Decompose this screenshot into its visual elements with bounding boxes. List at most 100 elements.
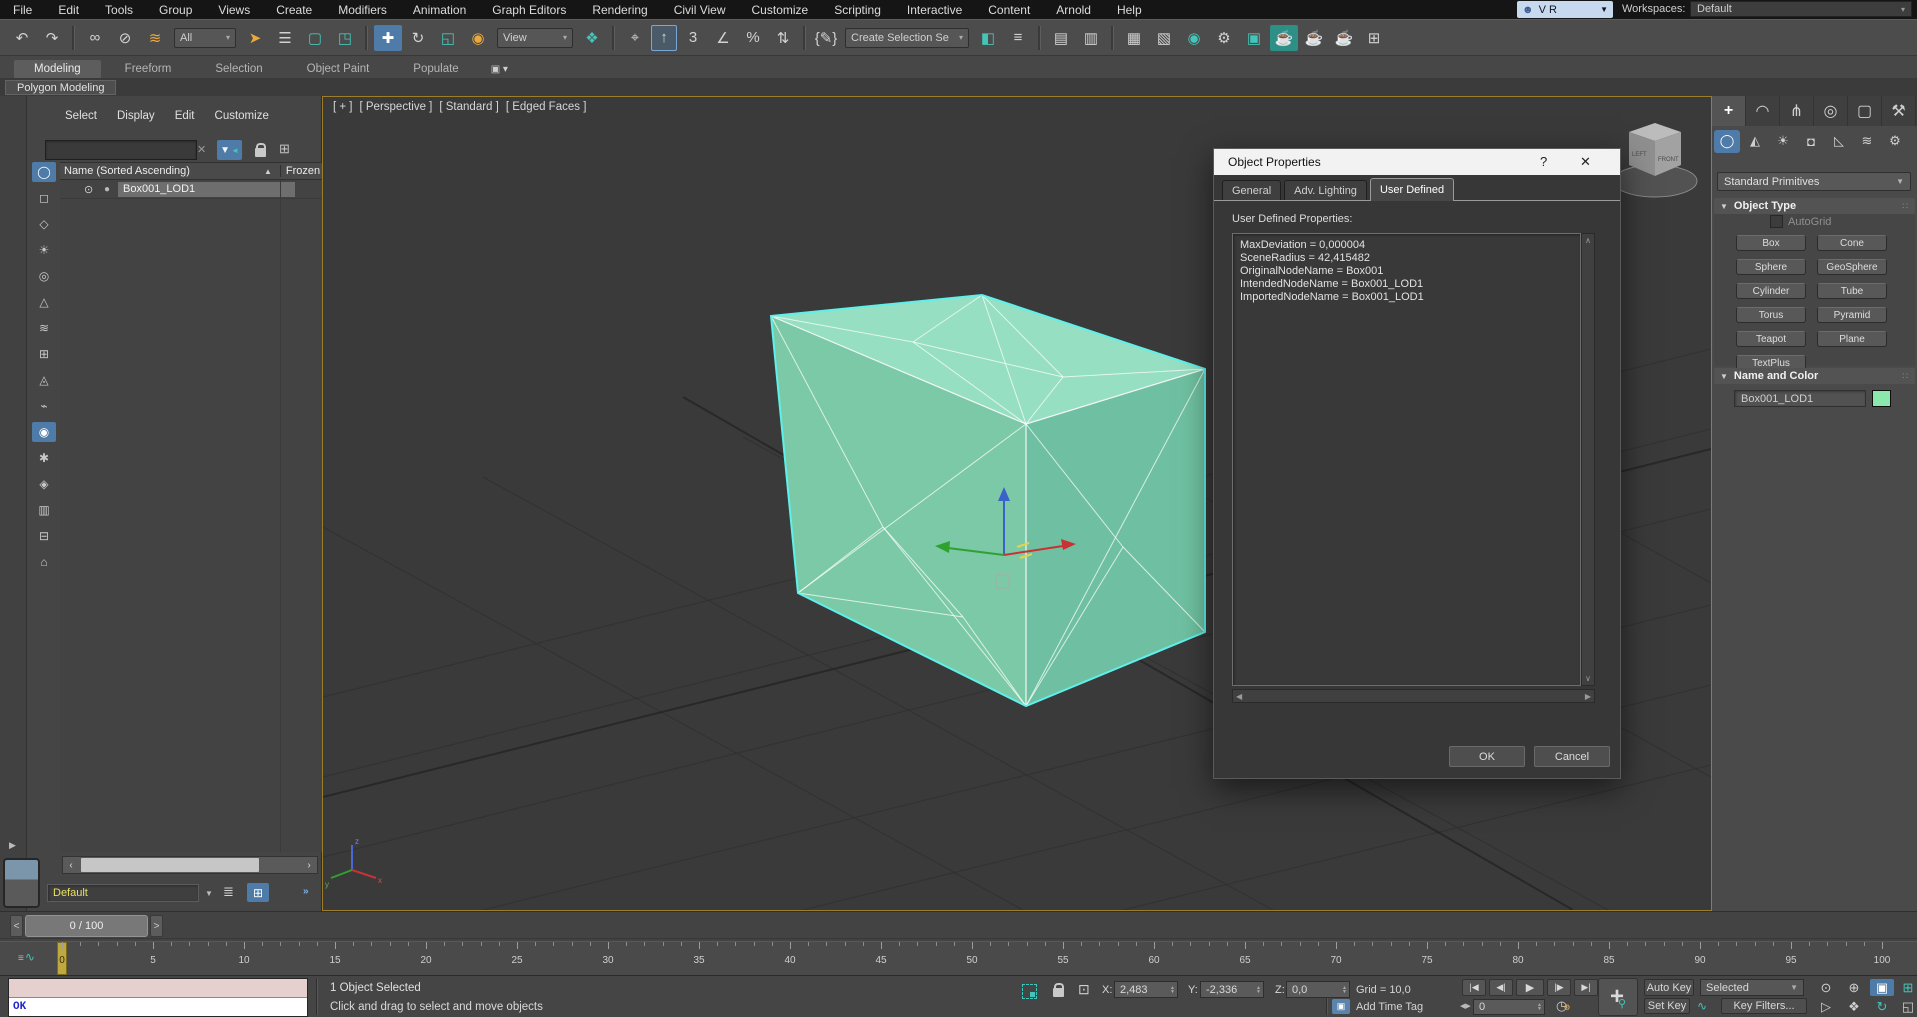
previous-frame-button[interactable]: ◀| (1489, 979, 1513, 996)
render-iterative-icon[interactable]: ☕ (1300, 25, 1328, 51)
explorer-menu-customize[interactable]: Customize (215, 110, 269, 122)
layers-icon[interactable]: ≣ (223, 884, 234, 900)
named-selection-dropdown[interactable]: Create Selection Se▾ (845, 28, 969, 48)
ribbon-tab-selection[interactable]: Selection (195, 60, 282, 78)
explorer-menu-display[interactable]: Display (117, 110, 155, 122)
filter-cameras-icon[interactable]: ◎ (32, 266, 56, 286)
reference-coordinate-dropdown[interactable]: View▾ (497, 28, 573, 48)
viewport-menu-plus[interactable]: [ + ] (333, 101, 353, 113)
x-coordinate-field[interactable]: 2,483 ▲▼ (1114, 981, 1178, 998)
box-button[interactable]: Box (1736, 235, 1806, 251)
autogrid-checkbox[interactable] (1770, 215, 1783, 228)
category-lights[interactable]: ☀ (1770, 130, 1796, 153)
menu-rendering[interactable]: Rendering (579, 0, 660, 19)
ribbon-config-icon[interactable]: ▣ ▾ (483, 61, 516, 78)
tab-general[interactable]: General (1222, 180, 1281, 200)
frame-spinner-icon[interactable]: ◀▶ (1460, 1002, 1471, 1010)
zoom-all-icon[interactable]: ⊕ (1842, 979, 1866, 996)
cylinder-button[interactable]: Cylinder (1736, 283, 1806, 299)
ribbon-tab-freeform[interactable]: Freeform (105, 60, 192, 78)
workspace-dropdown[interactable]: Default ▾ (1690, 1, 1912, 17)
select-and-manipulate-icon[interactable]: ⌖ (621, 25, 649, 51)
category-helpers[interactable]: ◺ (1826, 130, 1852, 153)
menu-group[interactable]: Group (146, 0, 205, 19)
spinner-icon[interactable]: ▲▼ (1170, 986, 1177, 994)
scroll-left-icon[interactable]: ‹ (63, 860, 79, 871)
category-cameras[interactable]: ◘ (1798, 130, 1824, 153)
menu-customize[interactable]: Customize (739, 0, 822, 19)
activeshade-icon[interactable]: ☕ (1330, 25, 1358, 51)
go-to-end-button[interactable]: ▶| (1574, 979, 1598, 996)
menu-file[interactable]: File (0, 0, 45, 19)
scroll-up-icon[interactable]: ∧ (1585, 234, 1591, 247)
column-header-row[interactable]: Name (Sorted Ascending) ▲ Frozen (60, 162, 322, 180)
teapot-button[interactable]: Teapot (1736, 331, 1806, 347)
undo-icon[interactable]: ↶ (8, 25, 36, 51)
explorer-menu-edit[interactable]: Edit (175, 110, 195, 122)
tab-create[interactable]: + (1712, 96, 1746, 126)
close-icon[interactable]: ✕ (1580, 154, 1591, 170)
pan-icon[interactable]: ❖ (1842, 998, 1866, 1015)
spinner-icon[interactable]: ▲▼ (1256, 986, 1263, 994)
key-mode-icon[interactable]: ∿ (1697, 999, 1707, 1013)
horizontal-scrollbar[interactable]: ◀ ▶ (1232, 689, 1595, 703)
explorer-settings-icon[interactable]: ⊞ (279, 141, 290, 157)
hierarchy-view-icon[interactable]: ⊞ (247, 883, 269, 902)
window-crossing-icon[interactable]: ◳ (331, 25, 359, 51)
viewport-menu-pov[interactable]: [ Perspective ] (360, 101, 433, 113)
snap-3d-icon[interactable]: 3 (679, 25, 707, 51)
select-object-icon[interactable]: ➤ (241, 25, 269, 51)
zoom-icon[interactable]: ⊙ (1814, 979, 1838, 996)
horizontal-scrollbar[interactable]: ‹ › (62, 856, 318, 874)
menu-scripting[interactable]: Scripting (821, 0, 894, 19)
scrollbar-thumb[interactable] (81, 858, 259, 872)
tab-display[interactable]: ▢ (1848, 96, 1882, 126)
previous-frame-arrow[interactable]: < (10, 915, 23, 937)
clear-search-icon[interactable]: ✕ (197, 143, 206, 156)
tube-button[interactable]: Tube (1817, 283, 1887, 299)
menu-tools[interactable]: Tools (92, 0, 146, 19)
next-frame-button[interactable]: |▶ (1547, 979, 1571, 996)
geosphere-button[interactable]: GeoSphere (1817, 259, 1887, 275)
tab-motion[interactable]: ◎ (1814, 96, 1848, 126)
named-selection-sets-icon[interactable]: {✎} (812, 25, 840, 51)
go-to-start-button[interactable]: |◀ (1462, 979, 1486, 996)
listener-output-row[interactable]: OK (9, 998, 307, 1016)
box-mesh[interactable] (771, 295, 1205, 706)
vertical-scrollbar[interactable]: ∧ ∨ (1581, 233, 1595, 686)
orbit-icon[interactable]: ↻ (1870, 998, 1894, 1015)
select-by-name-icon[interactable]: ☰ (271, 25, 299, 51)
schematic-view-icon[interactable]: ▧ (1150, 25, 1178, 51)
scroll-down-icon[interactable]: ∨ (1585, 672, 1591, 685)
toggle-layer-explorer-icon[interactable]: ▥ (1077, 25, 1105, 51)
toggle-scene-explorer-icon[interactable]: ▤ (1047, 25, 1075, 51)
filter-lights-icon[interactable]: ☀ (32, 240, 56, 260)
fov-icon[interactable]: ▷ (1814, 998, 1838, 1015)
mini-curve-editor-icon[interactable]: ≡∿ (18, 950, 35, 964)
ribbon-tab-modeling[interactable]: Modeling (14, 60, 101, 78)
viewcube[interactable]: LEFT FRONT (1613, 123, 1697, 197)
filter-frozen-icon[interactable]: ✱ (32, 448, 56, 468)
spinner-icon[interactable]: ▲▼ (1537, 1003, 1544, 1011)
torus-button[interactable]: Torus (1736, 307, 1806, 323)
expand-chevrons-icon[interactable]: » (303, 886, 309, 897)
scroll-left-icon[interactable]: ◀ (1236, 692, 1242, 701)
maxscript-mini-listener[interactable]: OK (8, 978, 308, 1017)
mirror-icon[interactable]: ◧ (974, 25, 1002, 51)
use-pivot-point-icon[interactable]: ❖ (578, 25, 606, 51)
frozen-column-header[interactable]: Frozen (280, 165, 320, 177)
ok-button[interactable]: OK (1449, 746, 1525, 767)
name-column-header[interactable]: Name (Sorted Ascending) (60, 165, 264, 177)
menu-edit[interactable]: Edit (45, 0, 92, 19)
viewport-layout-tab[interactable] (3, 858, 40, 908)
time-configuration-icon[interactable]: ◷⚙ (1556, 998, 1571, 1014)
filter-spacewarps-icon[interactable]: ≋ (32, 318, 56, 338)
set-keys-button[interactable]: + ⚲ (1598, 978, 1638, 1016)
select-and-scale-icon[interactable]: ◱ (434, 25, 462, 51)
maximize-viewport-icon[interactable]: ◱ (1896, 998, 1917, 1015)
listener-macro-row[interactable] (9, 979, 307, 998)
selection-region-icon[interactable] (1022, 984, 1037, 999)
layout-expand-icon[interactable]: ▶ (9, 840, 16, 851)
play-button[interactable]: ▶ (1516, 979, 1544, 996)
filter-containers-icon[interactable]: ▥ (32, 500, 56, 520)
